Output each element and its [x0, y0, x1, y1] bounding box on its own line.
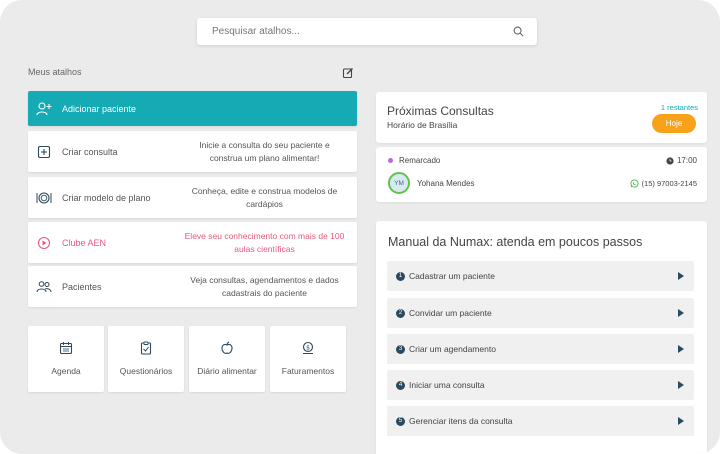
club-aen-card[interactable]: Clube AEN Eleve seu conhecimento com mai… — [28, 222, 357, 263]
manual-panel: Manual da Numax: atenda em poucos passos… — [376, 221, 707, 454]
add-patient-button[interactable]: Adicionar paciente — [28, 91, 357, 126]
step-number: 4 — [396, 380, 405, 390]
step-number: 1 — [396, 271, 405, 281]
play-icon — [36, 235, 52, 251]
create-consultation-card[interactable]: Criar consulta Inicie a consulta do seu … — [28, 131, 357, 172]
play-arrow-icon — [678, 345, 684, 353]
manual-step[interactable]: 2 Convidar um paciente — [387, 298, 694, 328]
appointment-time-text: 17:00 — [676, 156, 697, 165]
users-icon — [36, 279, 52, 295]
status-text: Remarcado — [399, 156, 441, 165]
manual-step[interactable]: 5 Gerenciar itens da consulta — [387, 406, 694, 436]
money-icon: $ — [301, 341, 315, 360]
plate-icon — [36, 190, 52, 206]
manual-step[interactable]: 3 Criar um agendamento — [387, 334, 694, 364]
club-aen-title: Clube AEN — [62, 237, 107, 248]
create-plan-model-card[interactable]: Criar modelo de plano Conheça, edite e c… — [28, 177, 357, 218]
manual-step[interactable]: 1 Cadastrar um paciente — [387, 261, 694, 291]
tile-agenda-label: Agenda — [51, 366, 81, 376]
avatar: YM — [388, 172, 410, 194]
tile-food-diary-label: Diário alimentar — [197, 366, 257, 376]
app-frame: Pesquisar atalhos... Meus atalhos Adicio… — [0, 0, 720, 454]
step-number: 3 — [396, 344, 405, 354]
svg-text:$: $ — [306, 344, 310, 351]
step-label: Gerenciar itens da consulta — [409, 416, 513, 426]
tile-billing[interactable]: $ Faturamentos — [270, 326, 346, 392]
step-label: Cadastrar um paciente — [409, 271, 495, 281]
patients-card[interactable]: Pacientes Veja consultas, agendamentos e… — [28, 266, 357, 307]
search-bar[interactable]: Pesquisar atalhos... — [197, 18, 537, 45]
tile-questionnaires[interactable]: Questionários — [108, 326, 184, 392]
tile-questionnaires-label: Questionários — [119, 366, 173, 376]
timezone-label: Horário de Brasília — [387, 120, 458, 130]
play-arrow-icon — [678, 272, 684, 280]
patient-phone[interactable]: (15) 97003-2145 — [629, 179, 697, 188]
shortcuts-heading: Meus atalhos — [28, 67, 82, 77]
create-plan-model-title: Criar modelo de plano — [62, 192, 151, 203]
clipboard-icon — [139, 341, 153, 360]
appointment-time: 17:00 — [666, 156, 697, 165]
create-plan-model-desc: Conheça, edite e construa modelos de car… — [191, 185, 338, 209]
step-label: Iniciar uma consulta — [409, 380, 485, 390]
search-icon[interactable] — [511, 25, 525, 39]
manual-title: Manual da Numax: atenda em poucos passos — [388, 235, 643, 249]
add-user-icon — [36, 101, 52, 117]
edit-icon[interactable] — [342, 66, 354, 79]
status-badge: Remarcado — [388, 156, 440, 165]
next-appointments-title: Próximas Consultas — [387, 104, 494, 118]
play-arrow-icon — [678, 309, 684, 317]
club-aen-desc: Eleve seu conhecimento com mais de 100 a… — [184, 230, 345, 254]
next-appointments-panel: Próximas Consultas Horário de Brasília 1… — [376, 92, 707, 143]
step-number: 5 — [396, 416, 405, 426]
play-arrow-icon — [678, 417, 684, 425]
clock-icon — [666, 156, 674, 165]
tile-agenda[interactable]: Agenda — [28, 326, 104, 392]
play-arrow-icon — [678, 381, 684, 389]
search-input[interactable]: Pesquisar atalhos... — [212, 26, 511, 37]
whatsapp-icon — [629, 179, 639, 188]
add-patient-label: Adicionar paciente — [62, 103, 137, 114]
create-consultation-desc: Inicie a consulta do seu paciente e cons… — [199, 139, 330, 163]
step-number: 2 — [396, 308, 405, 318]
status-dot — [388, 158, 393, 163]
manual-step[interactable]: 4 Iniciar uma consulta — [387, 370, 694, 400]
calendar-icon — [59, 341, 73, 360]
appointment-card[interactable]: Remarcado 17:00 YM Yohana Mendes (15) 97… — [376, 147, 707, 202]
apple-icon — [220, 341, 234, 360]
step-label: Criar um agendamento — [409, 344, 496, 354]
tile-billing-label: Faturamentos — [281, 366, 335, 376]
consultation-icon — [36, 144, 52, 160]
tile-food-diary[interactable]: Diário alimentar — [189, 326, 265, 392]
create-consultation-title: Criar consulta — [62, 146, 118, 157]
remaining-count: 1 restantes — [660, 103, 698, 112]
today-button[interactable]: Hoje — [652, 114, 696, 133]
patients-title: Pacientes — [62, 281, 102, 292]
step-label: Convidar um paciente — [409, 308, 492, 318]
patient-phone-text: (15) 97003-2145 — [641, 179, 697, 188]
patients-desc: Veja consultas, agendamentos e dados cad… — [190, 274, 339, 298]
patient-name[interactable]: Yohana Mendes — [417, 179, 475, 188]
